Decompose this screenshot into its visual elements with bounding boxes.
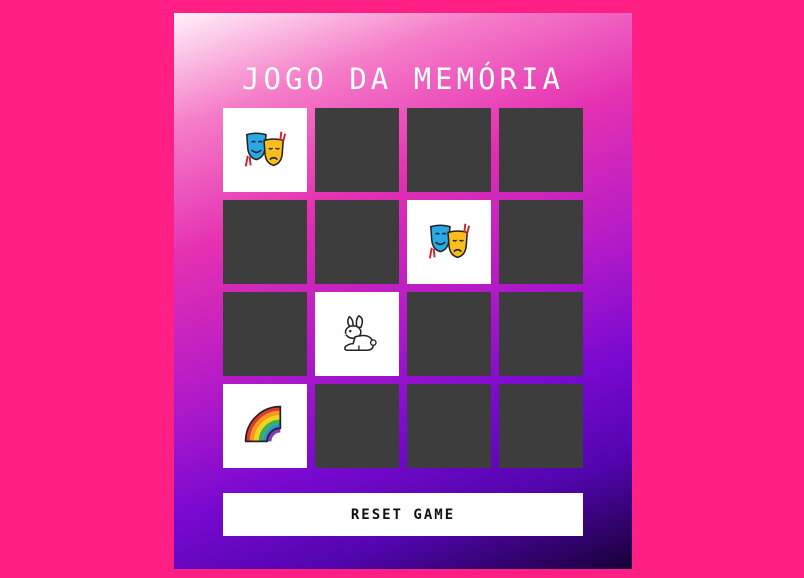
memory-card[interactable] — [407, 108, 491, 192]
rabbit-icon — [334, 311, 380, 357]
memory-card[interactable] — [499, 108, 583, 192]
memory-card[interactable] — [499, 200, 583, 284]
memory-card[interactable] — [499, 292, 583, 376]
memory-card[interactable] — [407, 292, 491, 376]
memory-card[interactable] — [223, 384, 307, 468]
card-grid — [223, 108, 583, 468]
memory-card[interactable] — [499, 384, 583, 468]
memory-card[interactable] — [315, 200, 399, 284]
memory-card[interactable] — [407, 200, 491, 284]
performing-arts-icon — [426, 219, 472, 265]
game-panel: JOGO DA MEMÓRIA RESET GAME — [174, 13, 632, 569]
memory-card[interactable] — [407, 384, 491, 468]
performing-arts-icon — [242, 127, 288, 173]
reset-game-button[interactable]: RESET GAME — [223, 493, 583, 536]
game-title: JOGO DA MEMÓRIA — [242, 62, 564, 96]
memory-card[interactable] — [223, 200, 307, 284]
rainbow-icon — [242, 403, 288, 449]
memory-card[interactable] — [223, 108, 307, 192]
memory-card[interactable] — [315, 292, 399, 376]
memory-card[interactable] — [223, 292, 307, 376]
memory-card[interactable] — [315, 384, 399, 468]
memory-card[interactable] — [315, 108, 399, 192]
